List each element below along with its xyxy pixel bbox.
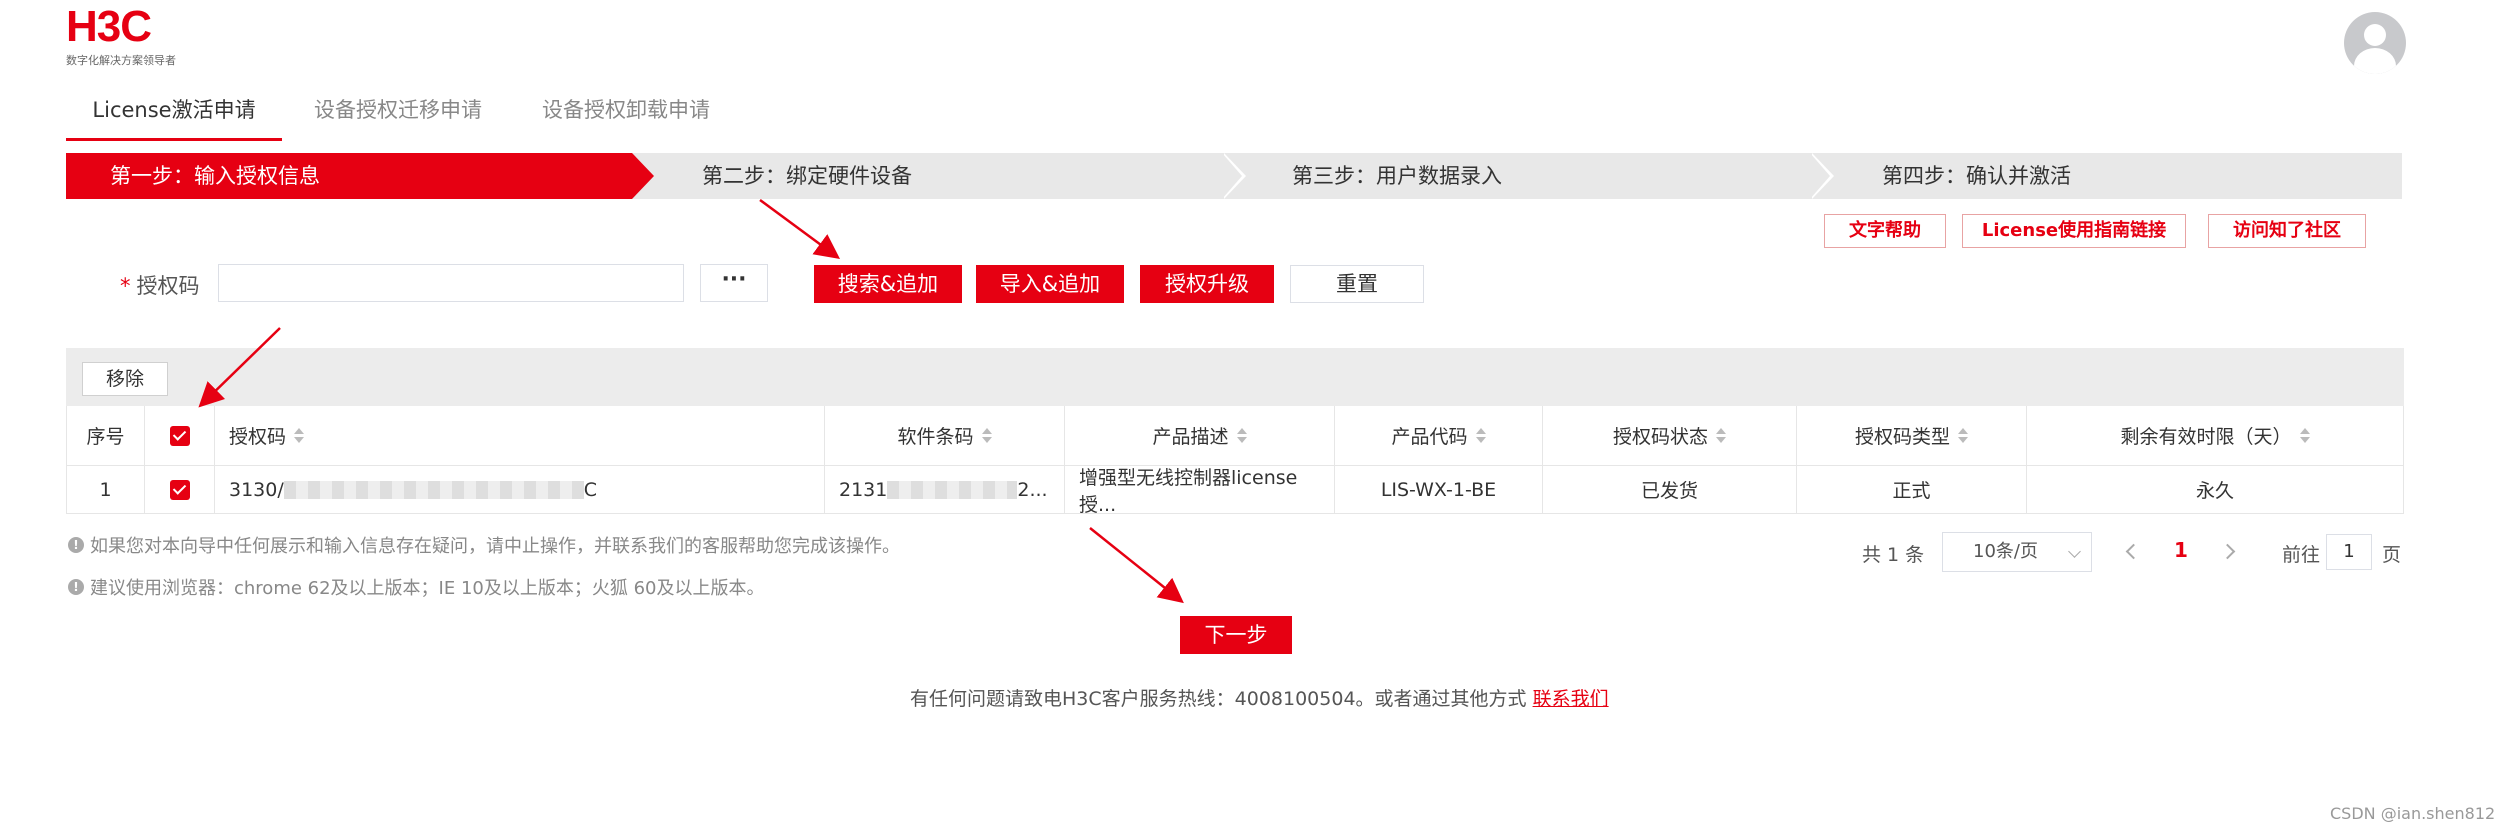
col-software-code[interactable]: 软件条码: [825, 406, 1065, 465]
row-checkbox-cell[interactable]: [145, 466, 215, 513]
auth-code-label-text: 授权码: [136, 274, 200, 298]
tab-license-activation[interactable]: License激活申请: [66, 94, 282, 141]
more-options-button[interactable]: ···: [700, 264, 768, 302]
sort-icon[interactable]: [981, 427, 992, 444]
sort-icon[interactable]: [1958, 427, 1968, 444]
step-1: 第一步：输入授权信息: [66, 153, 632, 199]
prev-page-icon[interactable]: [2125, 543, 2142, 560]
next-step-button[interactable]: 下一步: [1180, 616, 1292, 654]
select-all-checkbox[interactable]: [169, 425, 190, 446]
row-auth-code: 3130/C: [215, 466, 825, 513]
step-4: 第四步：确认并激活: [1882, 164, 2071, 188]
sort-icon[interactable]: [294, 427, 305, 444]
step-2: 第二步：绑定硬件设备: [702, 164, 912, 188]
row-index: 1: [67, 466, 145, 513]
remove-button[interactable]: 移除: [82, 362, 168, 396]
chevron-down-icon: [2068, 545, 2081, 558]
contact-us-link[interactable]: 联系我们: [1533, 688, 1609, 710]
required-mark: *: [120, 274, 131, 298]
info-icon: !: [68, 579, 84, 595]
sort-icon[interactable]: [2299, 427, 2310, 444]
sort-icon[interactable]: [1236, 427, 1247, 444]
col-type[interactable]: 授权码类型: [1797, 406, 2027, 465]
step-divider-inner: [1810, 153, 1830, 199]
license-guide-link-button[interactable]: License使用指南链接: [1962, 214, 2186, 248]
note-browser: ! 建议使用浏览器：chrome 62及以上版本；IE 10及以上版本；火狐 60…: [68, 574, 765, 600]
table-row[interactable]: 1 3130/C 2131 2... 增强型无线控制器license授... LI…: [66, 466, 2404, 516]
h3c-logo: H3C: [66, 2, 152, 51]
step-divider-inner: [1222, 153, 1242, 199]
reset-button[interactable]: 重置: [1290, 265, 1424, 303]
row-status: 已发货: [1543, 466, 1797, 513]
goto-label: 前往: [2282, 544, 2321, 566]
import-add-button[interactable]: 导入&追加: [976, 265, 1124, 303]
next-page-icon[interactable]: [2219, 543, 2236, 560]
redacted-block: [283, 480, 584, 499]
license-upgrade-button[interactable]: 授权升级: [1140, 265, 1274, 303]
text-help-button[interactable]: 文字帮助: [1824, 214, 1946, 248]
row-type: 正式: [1797, 466, 2027, 513]
col-index: 序号: [67, 406, 145, 465]
row-software-code: 2131 2...: [825, 466, 1065, 513]
current-page-number[interactable]: 1: [2174, 538, 2188, 562]
search-add-button[interactable]: 搜索&追加: [814, 265, 962, 303]
page-unit-label: 页: [2382, 544, 2402, 566]
arrow-to-next-button: [1089, 527, 1184, 604]
col-auth-code[interactable]: 授权码: [215, 406, 825, 465]
step-3: 第三步：用户数据录入: [1292, 164, 1502, 188]
community-button[interactable]: 访问知了社区: [2208, 214, 2366, 248]
col-status[interactable]: 授权码状态: [1543, 406, 1797, 465]
footer-contact: 有任何问题请致电H3C客户服务热线：4008100504。或者通过其他方式 联系…: [910, 688, 1609, 710]
tab-device-migration[interactable]: 设备授权迁移申请: [314, 94, 482, 138]
col-product-code[interactable]: 产品代码: [1335, 406, 1543, 465]
row-description: 增强型无线控制器license授...: [1065, 466, 1335, 516]
auth-code-label: * 授权码: [120, 270, 200, 300]
row-checkbox[interactable]: [169, 479, 190, 500]
table-toolbar: [66, 348, 2404, 406]
auth-code-input[interactable]: [218, 264, 684, 302]
sort-icon[interactable]: [1475, 427, 1486, 444]
table-header: 序号 授权码 软件条码 产品描述 产品代码 授权码状态 授权码类型 剩余有效时限…: [66, 406, 2404, 466]
arrow-to-search-button: [759, 198, 841, 259]
step-bar: 第一步：输入授权信息 第二步：绑定硬件设备 第三步：用户数据录入 第四步：确认并…: [66, 153, 2402, 199]
col-description[interactable]: 产品描述: [1065, 406, 1335, 465]
info-icon: !: [68, 537, 84, 553]
page-size-select[interactable]: 10条/页: [1942, 532, 2092, 572]
redacted-block: [887, 480, 1018, 499]
goto-page-input[interactable]: 1: [2326, 534, 2372, 570]
pagination-total: 共 1 条: [1862, 544, 1925, 566]
tab-device-uninstall[interactable]: 设备授权卸载申请: [542, 94, 710, 138]
step-1-arrow: [632, 153, 654, 199]
user-avatar-icon[interactable]: [2344, 12, 2406, 74]
row-product-code: LIS-WX-1-BE: [1335, 466, 1543, 513]
col-select-all[interactable]: [145, 406, 215, 465]
note-info: ! 如果您对本向导中任何展示和输入信息存在疑问，请中止操作，并联系我们的客服帮助您…: [68, 532, 900, 558]
sort-icon[interactable]: [1716, 427, 1726, 444]
row-remaining: 永久: [2195, 480, 2234, 502]
logo-tagline: 数字化解决方案领导者: [66, 54, 176, 67]
watermark: CSDN @ian.shen812: [2330, 804, 2496, 823]
col-remaining[interactable]: 剩余有效时限（天）: [2027, 406, 2403, 465]
